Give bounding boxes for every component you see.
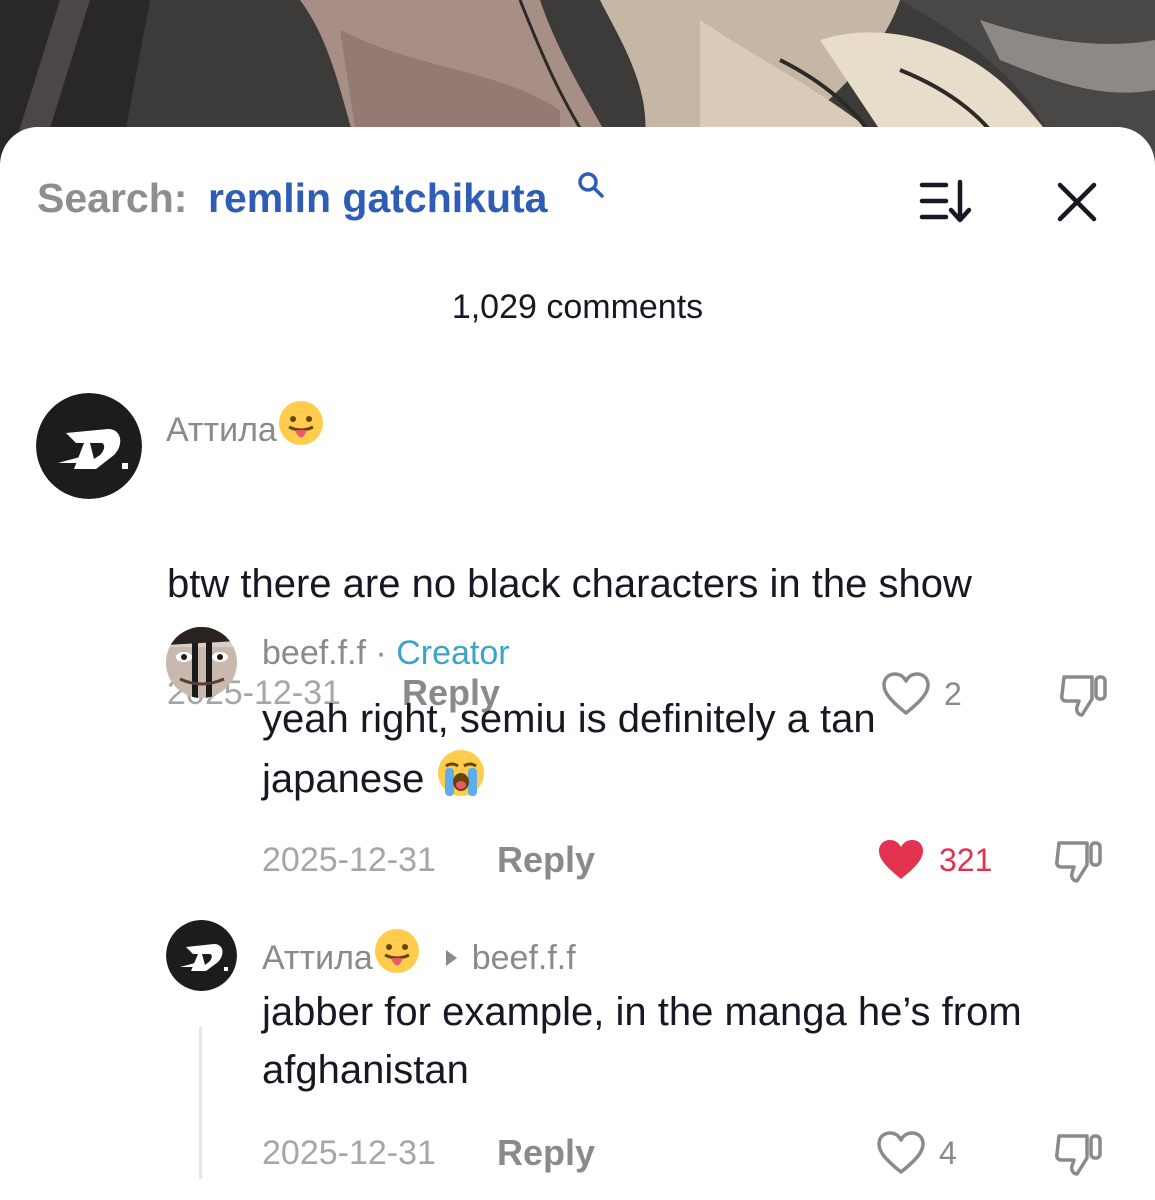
search-icon[interactable] (577, 171, 605, 199)
thumbs-down-icon (1060, 675, 1107, 717)
comment-date: 2025-12-31 (262, 1134, 436, 1172)
comment-username[interactable]: Аттила (166, 399, 325, 456)
comment-username[interactable]: beef.f.f · Creator (262, 634, 510, 673)
loudly-crying-emoji-icon (436, 748, 486, 814)
dislike-button[interactable] (1053, 1130, 1105, 1183)
tongue-emoji-icon (277, 399, 325, 456)
dislike-button[interactable] (1053, 837, 1105, 890)
thread-line (199, 1027, 202, 1179)
comment-count: 1,029 comments (451, 288, 704, 326)
like-button[interactable] (876, 1130, 926, 1181)
reply-button[interactable]: Reply (497, 1132, 595, 1174)
like-button[interactable] (876, 837, 926, 888)
avatar[interactable] (36, 393, 142, 499)
reply-button[interactable]: Reply (497, 839, 595, 881)
thumbs-down-icon (1055, 1134, 1102, 1176)
like-count: 4 (939, 1135, 957, 1171)
like-count: 321 (939, 842, 993, 878)
sort-button[interactable] (914, 179, 976, 225)
heart-filled-icon (879, 840, 923, 879)
separator-dot: · (375, 634, 387, 672)
avatar[interactable] (166, 627, 237, 698)
username-text[interactable]: beef.f.f (262, 634, 366, 672)
comment-text: jabber for example, in the manga he’s fr… (262, 990, 1022, 1092)
tongue-emoji-icon (373, 927, 421, 984)
comment-text-body: yeah right, semiu is definitely a tan ja… (262, 697, 876, 801)
close-icon (1057, 182, 1097, 222)
dislike-button[interactable] (1058, 671, 1110, 724)
comment-text: yeah right, semiu is definitely a tan ja… (262, 690, 1042, 814)
reply-arrow-icon (444, 937, 458, 976)
comment-username[interactable]: Аттила beef.f.f (262, 927, 576, 984)
avatar[interactable] (166, 920, 237, 991)
username-text[interactable]: Аттила (262, 939, 373, 977)
search-query-link[interactable]: remlin gatchikuta (208, 175, 547, 222)
search-label: Search: (37, 175, 188, 221)
comments-sheet: Search: remlin gatchikuta 1,029 comments (0, 127, 1155, 1200)
sort-icon (919, 179, 972, 223)
creator-badge: Creator (396, 634, 510, 672)
reply-to-username[interactable]: beef.f.f (472, 939, 576, 977)
thumbs-down-icon (1055, 841, 1102, 883)
close-button[interactable] (1052, 177, 1102, 227)
comment-date: 2025-12-31 (262, 841, 436, 879)
heart-outline-icon (877, 1131, 925, 1174)
username-text[interactable]: Аттила (166, 411, 277, 449)
comment-text: btw there are no black characters in the… (167, 562, 972, 606)
